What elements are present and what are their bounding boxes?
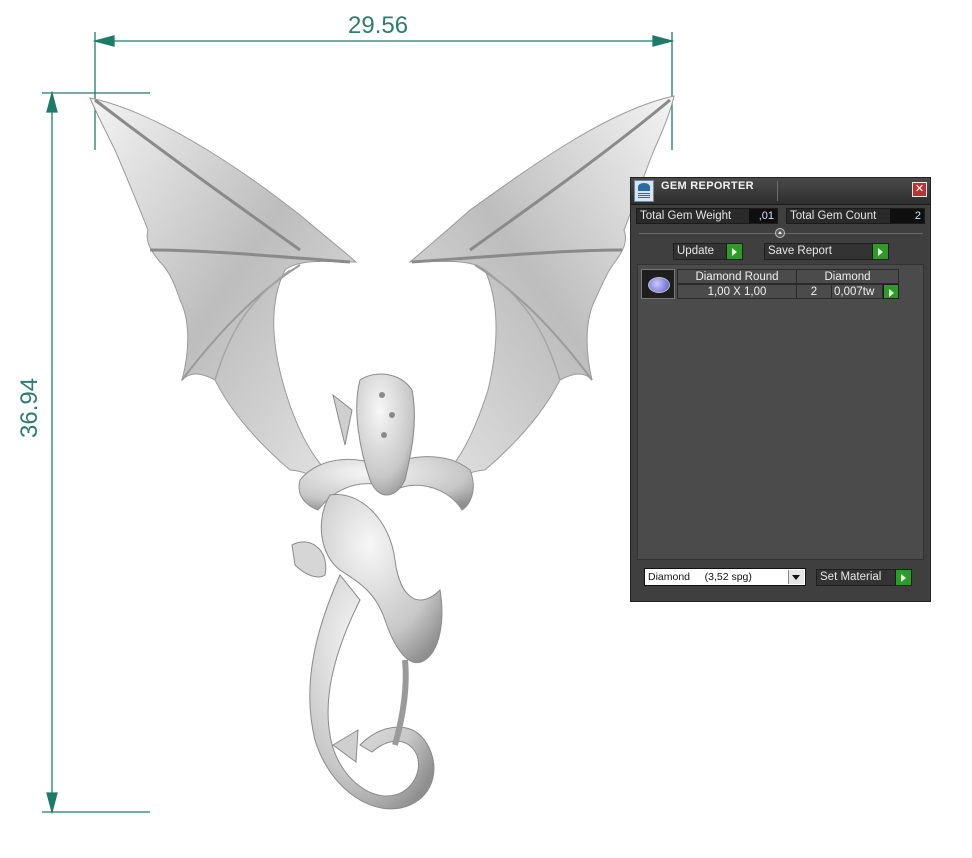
save-report-button-label: Save Report	[768, 245, 832, 257]
material-select-value: Diamond (3,52 spg)	[648, 571, 752, 583]
total-gem-count-value: 2	[890, 209, 924, 223]
gem-reporter-icon	[634, 180, 654, 202]
total-gem-weight-value: ,01	[749, 209, 777, 223]
panel-title: GEM REPORTER	[661, 180, 754, 192]
update-button[interactable]: Update	[673, 243, 743, 260]
design-viewport[interactable]: 29.56 36.94 GEM REPORTER ✕ Total Gem Wei…	[0, 0, 972, 858]
save-report-button[interactable]: Save Report	[764, 243, 889, 260]
play-arrow-icon	[726, 244, 742, 259]
gem-size-cell: 1,00 X 1,00	[677, 284, 797, 299]
update-button-label: Update	[677, 245, 715, 257]
height-dimension	[42, 90, 150, 815]
gem-weight-cell: 0,007tw	[831, 284, 883, 299]
gem-list[interactable]: Diamond Round Diamond 1,00 X 1,00 2 0,00…	[637, 264, 924, 560]
total-gem-count-label: Total Gem Count	[790, 210, 877, 222]
titlebar-divider	[777, 181, 778, 201]
gem-row-action-button[interactable]	[883, 284, 899, 299]
width-dimension-label: 29.56	[348, 12, 409, 39]
left-wing	[89, 97, 358, 489]
set-material-button[interactable]: Set Material	[816, 569, 912, 586]
chevron-down-icon[interactable]	[788, 570, 804, 584]
play-arrow-icon	[895, 570, 911, 585]
close-icon[interactable]: ✕	[912, 182, 927, 197]
gem-count-cell: 2	[796, 284, 832, 299]
panel-titlebar[interactable]: GEM REPORTER ✕	[631, 178, 930, 205]
gem-shape-header: Diamond Round	[677, 269, 797, 284]
width-dimension	[92, 32, 675, 150]
play-arrow-icon	[883, 285, 898, 298]
gem-reporter-panel: GEM REPORTER ✕ Total Gem Weight ,01 Tota…	[630, 177, 931, 602]
collapse-icon[interactable]	[775, 228, 785, 238]
total-gem-weight-label: Total Gem Weight	[640, 210, 732, 222]
round-diamond-icon[interactable]	[641, 269, 675, 299]
gem-material-header: Diamond	[796, 269, 899, 284]
set-material-button-label: Set Material	[820, 571, 882, 583]
height-dimension-label: 36.94	[16, 377, 43, 438]
play-arrow-icon	[872, 244, 888, 259]
material-select[interactable]: Diamond (3,52 spg)	[644, 568, 806, 586]
